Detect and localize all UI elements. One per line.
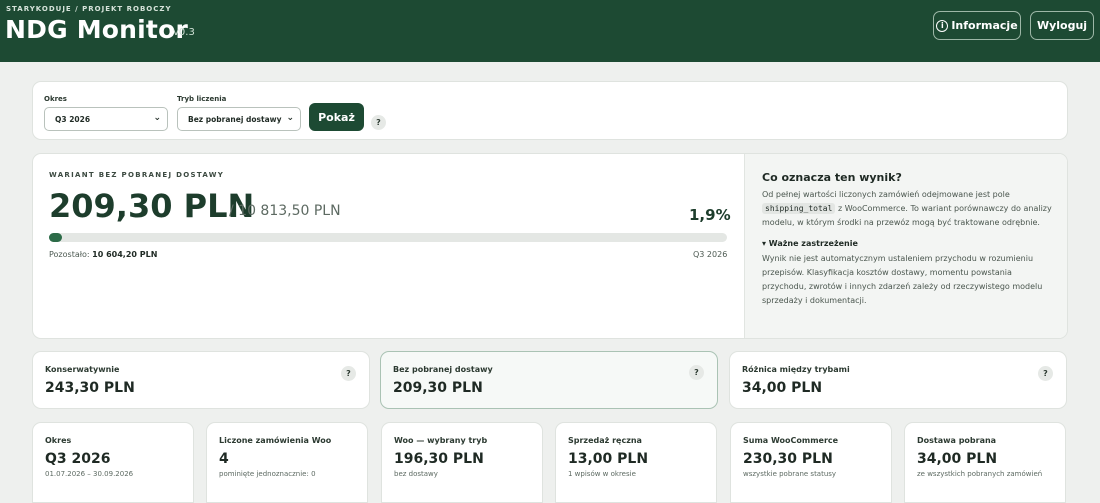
breadcrumb: STARYKODUJE / PROJEKT ROBOCZY bbox=[6, 5, 172, 13]
warning-toggle[interactable]: ▾ Ważne zastrzeżenie bbox=[762, 239, 1052, 248]
chevron-down-icon: ⌄ bbox=[153, 113, 161, 123]
chevron-down-icon: ⌄ bbox=[286, 113, 294, 123]
stat-subtext: pominięte jednoznacznie: 0 bbox=[219, 470, 316, 478]
mode-label: Tryb liczenia bbox=[177, 95, 227, 103]
remaining-amount: Pozostało: 10 604,20 PLN bbox=[49, 250, 157, 259]
stat-label: Liczone zamówienia Woo bbox=[219, 436, 332, 445]
help-icon[interactable]: ? bbox=[1038, 366, 1053, 381]
stat-card-woo-selected: Woo — wybrany tryb 196,30 PLN bez dostaw… bbox=[381, 422, 543, 503]
result-card: WARIANT BEZ POBRANEJ DOSTAWY 209,30 PLN … bbox=[32, 153, 1068, 339]
stat-value: Q3 2026 bbox=[45, 451, 111, 467]
mode-card-without-shipping[interactable]: Bez pobranej dostawy 209,30 PLN ? bbox=[380, 351, 718, 409]
stat-label: Okres bbox=[45, 436, 72, 445]
stat-label: Woo — wybrany tryb bbox=[394, 436, 488, 445]
help-icon[interactable]: ? bbox=[371, 115, 386, 130]
help-icon[interactable]: ? bbox=[341, 366, 356, 381]
stat-label: Dostawa pobrana bbox=[917, 436, 997, 445]
stat-card-manual-sales: Sprzedaż ręczna 13,00 PLN 1 wpisów w okr… bbox=[555, 422, 717, 503]
progress-bar bbox=[49, 233, 727, 242]
stat-subtext: bez dostawy bbox=[394, 470, 438, 478]
stat-card-shipping: Dostawa pobrana 34,00 PLN ze wszystkich … bbox=[904, 422, 1066, 503]
app-title: NDG Monitor bbox=[5, 15, 188, 44]
remaining-label: Pozostało: bbox=[49, 250, 90, 259]
stat-value: 4 bbox=[219, 451, 229, 467]
progress-fill bbox=[49, 233, 62, 242]
period-select[interactable]: Q3 2026 ⌄ bbox=[44, 107, 168, 131]
info-button[interactable]: i Informacje bbox=[933, 11, 1021, 40]
stat-value: 34,00 PLN bbox=[917, 451, 998, 467]
info-icon: i bbox=[936, 19, 949, 32]
explanation-text: Od pełnej wartości liczonych zamówień od… bbox=[762, 188, 1052, 230]
warning-text: Wynik nie jest automatycznym ustaleniem … bbox=[762, 254, 1043, 305]
explanation-panel: Co oznacza ten wynik? Od pełnej wartości… bbox=[744, 154, 1067, 338]
show-button[interactable]: Pokaż bbox=[309, 103, 364, 131]
mode-card-conservative[interactable]: Konserwatywnie 243,30 PLN ? bbox=[32, 351, 370, 409]
mode-card-label: Różnica między trybami bbox=[742, 365, 850, 374]
stat-card-period: Okres Q3 2026 01.07.2026 – 30.09.2026 bbox=[32, 422, 194, 503]
result-value: 209,30 PLN bbox=[49, 187, 255, 225]
app-header: STARYKODUJE / PROJEKT ROBOCZY NDG Monito… bbox=[0, 0, 1100, 62]
mode-card-value: 243,30 PLN bbox=[45, 380, 135, 396]
period-label: Okres bbox=[44, 95, 67, 103]
filter-bar: Okres Q3 2026 ⌄ Tryb liczenia Bez pobran… bbox=[32, 81, 1068, 140]
mode-card-value: 209,30 PLN bbox=[393, 380, 483, 396]
explanation-title: Co oznacza ten wynik? bbox=[762, 171, 902, 184]
shipping-total-code: shipping_total bbox=[762, 203, 836, 214]
stat-label: Suma WooCommerce bbox=[743, 436, 839, 445]
stat-subtext: 1 wpisów w okresie bbox=[568, 470, 636, 478]
stat-card-orders: Liczone zamówienia Woo 4 pominięte jedno… bbox=[206, 422, 368, 503]
mode-select-value: Bez pobranej dostawy bbox=[188, 114, 282, 124]
result-period: Q3 2026 bbox=[693, 250, 728, 259]
period-select-value: Q3 2026 bbox=[55, 114, 91, 124]
stat-value: 13,00 PLN bbox=[568, 451, 649, 467]
stat-card-woo-sum: Suma WooCommerce 230,30 PLN wszystkie po… bbox=[730, 422, 892, 503]
stat-subtext: 01.07.2026 – 30.09.2026 bbox=[45, 470, 134, 478]
explanation-text-before: Od pełnej wartości liczonych zamówień od… bbox=[762, 190, 1010, 199]
stat-value: 196,30 PLN bbox=[394, 451, 484, 467]
logout-button[interactable]: Wyloguj bbox=[1030, 11, 1094, 40]
stat-subtext: ze wszystkich pobranych zamówień bbox=[917, 470, 1043, 478]
mode-card-value: 34,00 PLN bbox=[742, 380, 823, 396]
result-variant-label: WARIANT BEZ POBRANEJ DOSTAWY bbox=[49, 171, 225, 179]
result-total: / 10 813,50 PLN bbox=[229, 203, 341, 219]
stat-value: 230,30 PLN bbox=[743, 451, 833, 467]
mode-select[interactable]: Bez pobranej dostawy ⌄ bbox=[177, 107, 301, 131]
app-version: v0.3 bbox=[173, 27, 195, 38]
mode-card-label: Konserwatywnie bbox=[45, 365, 120, 374]
stat-label: Sprzedaż ręczna bbox=[568, 436, 642, 445]
mode-card-difference[interactable]: Różnica między trybami 34,00 PLN ? bbox=[729, 351, 1067, 409]
mode-card-label: Bez pobranej dostawy bbox=[393, 365, 493, 374]
stat-subtext: wszystkie pobrane statusy bbox=[743, 470, 837, 478]
result-percent: 1,9% bbox=[689, 206, 731, 224]
help-icon[interactable]: ? bbox=[689, 365, 704, 380]
info-button-label: Informacje bbox=[951, 19, 1018, 32]
remaining-value: 10 604,20 PLN bbox=[92, 250, 158, 259]
